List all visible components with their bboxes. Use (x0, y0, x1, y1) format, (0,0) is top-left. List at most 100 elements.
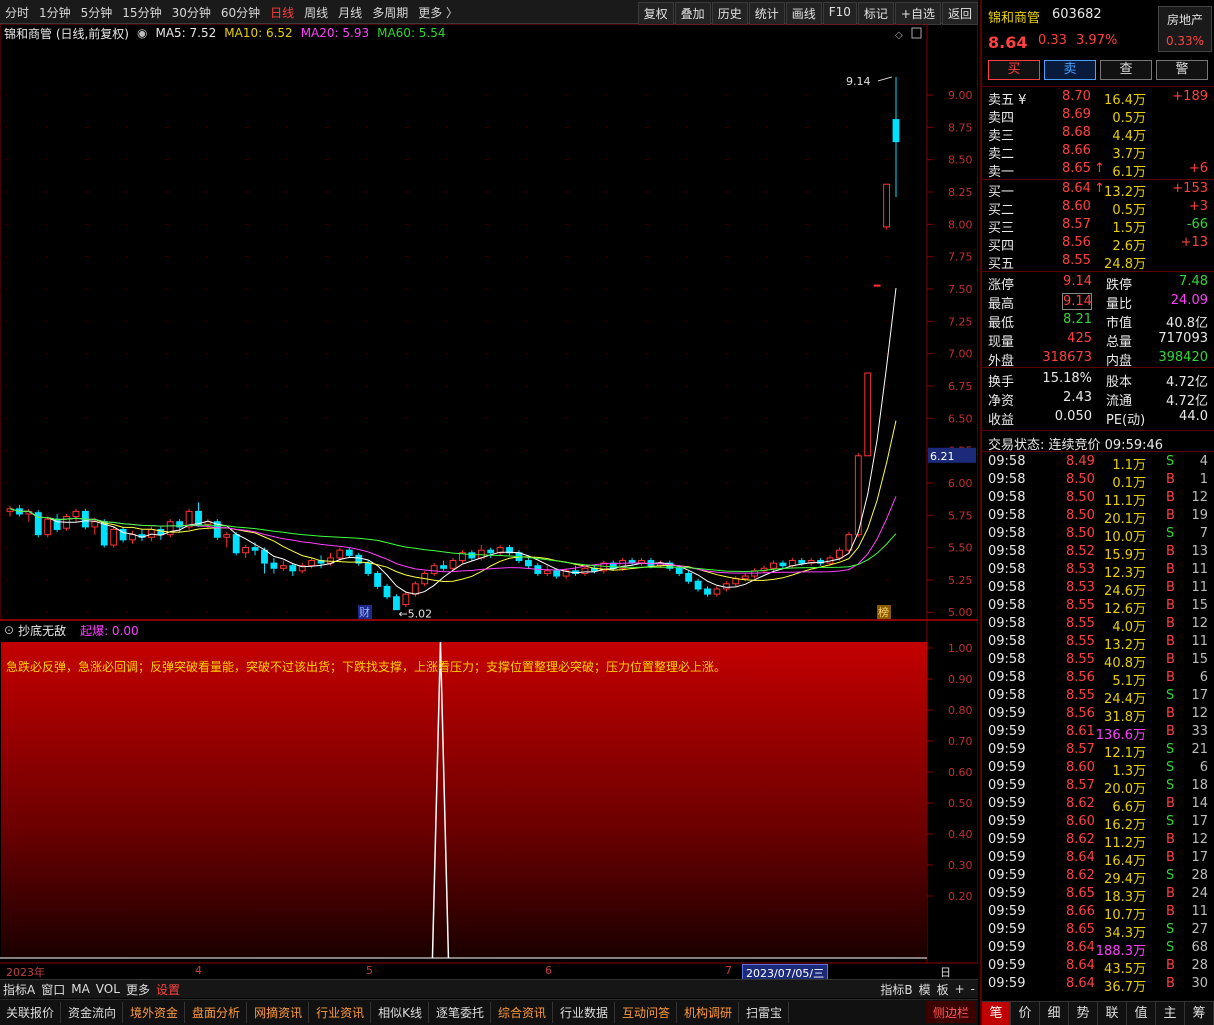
stat-value: 318673 (1042, 350, 1092, 365)
quote-tab-7[interactable]: 筹 (1185, 1002, 1214, 1025)
trade-button-3[interactable]: 警 (1156, 60, 1208, 80)
collapse-icon[interactable]: ⊙ (4, 623, 14, 637)
tick-price: 8.64 (1066, 976, 1095, 991)
candle-body (468, 552, 476, 559)
period-tab-1[interactable]: 1分钟 (34, 4, 76, 21)
ind-tick-label: 0.20 (948, 890, 973, 903)
tool-button-3[interactable]: 统计 (748, 2, 785, 25)
period-tab-8[interactable]: 月线 (333, 4, 367, 21)
period-tab-9[interactable]: 多周期 (367, 4, 413, 21)
info-tab-0[interactable]: 关联报价 (0, 1002, 62, 1023)
indicator-tool-1[interactable]: 窗口 (38, 981, 68, 998)
quote-tab-2[interactable]: 细 (1040, 1002, 1069, 1025)
info-tab-1[interactable]: 资金流向 (62, 1002, 124, 1023)
candle-body (694, 580, 702, 590)
ask-level: 卖二 8.66 3.7万 (982, 142, 1214, 162)
ind-tick-label: 0.90 (948, 673, 973, 686)
stat-value: 717093 (1158, 331, 1208, 346)
stat-key: 跌停 (1106, 278, 1133, 293)
indicator-tool-right-2[interactable]: 板 (934, 981, 952, 998)
quote-tab-1[interactable]: 价 (1011, 1002, 1040, 1025)
quote-tab-5[interactable]: 值 (1127, 1002, 1156, 1025)
info-tab-9[interactable]: 行业数据 (554, 1002, 616, 1023)
kline-chart[interactable]: 9.00 8.75 8.50 8.25 8.00 7.75 7.50 7.25 7.00 6.75… (0, 24, 978, 964)
period-tab-10[interactable]: 更多 〉 (413, 4, 463, 21)
period-tab-3[interactable]: 15分钟 (117, 4, 166, 21)
info-tab-2[interactable]: 境外资金 (124, 1002, 186, 1023)
trade-button-1[interactable]: 卖 (1044, 60, 1096, 80)
window-icon[interactable] (911, 27, 922, 39)
candle-body (110, 528, 118, 546)
finance-marker[interactable]: 财 (359, 605, 370, 619)
tool-button-6[interactable]: 标记 (857, 2, 894, 25)
trade-button-2[interactable]: 查 (1100, 60, 1152, 80)
stat-value: 9.14 (1062, 293, 1092, 310)
tool-button-8[interactable]: 返回 (941, 2, 978, 25)
quote-tab-3[interactable]: 势 (1069, 1002, 1098, 1025)
sidebar-button[interactable]: 侧边栏 (926, 1001, 976, 1023)
tool-button-4[interactable]: 画线 (785, 2, 822, 25)
tick-row: 09:59 8.61 136.6万 B 33 (982, 723, 1214, 743)
bid-volume: 24.8万 (1104, 257, 1146, 272)
tool-button-0[interactable]: 复权 (637, 2, 674, 25)
quote-tab-4[interactable]: 联 (1098, 1002, 1127, 1025)
info-tab-5[interactable]: 行业资讯 (310, 1002, 372, 1023)
indicator-tool-0[interactable]: 指标A (0, 981, 38, 998)
tick-row: 09:58 8.49 1.1万 S 4 (982, 453, 1214, 473)
indicator-tool-right-0[interactable]: 指标B (877, 981, 915, 998)
candle-body (581, 567, 589, 574)
info-tab-3[interactable]: 盘面分析 (186, 1002, 248, 1023)
tool-button-5[interactable]: F10 (822, 2, 857, 25)
period-tab-7[interactable]: 周线 (299, 4, 333, 21)
candle-body (770, 562, 777, 569)
info-tab-8[interactable]: 综合资讯 (492, 1002, 553, 1023)
quote-tab-6[interactable]: 主 (1156, 1002, 1185, 1025)
indicator-tool-5[interactable]: 设置 (153, 981, 183, 998)
high-pointer (877, 76, 893, 82)
info-tab-7[interactable]: 逐笔委托 (430, 1002, 491, 1023)
info-tab-10[interactable]: 互动问答 (616, 1002, 678, 1023)
tick-count: 19 (1191, 508, 1208, 523)
tick-row: 09:59 8.57 20.0万 S 18 (982, 777, 1214, 797)
stat-value: 8.21 (1063, 312, 1092, 327)
tick-row: 09:58 8.55 40.8万 B 15 (982, 651, 1214, 671)
period-tab-5[interactable]: 60分钟 (216, 4, 265, 21)
tick-row: 09:58 8.53 12.3万 B 11 (982, 561, 1214, 581)
info-tabs: 关联报价 资金流向 境外资金 盘面分析 网摘资讯 行业资讯 相似K线 逐笔委托 综合资讯 行业数据… (0, 999, 978, 1025)
tick-time: 09:58 (988, 454, 1026, 469)
tick-price: 8.64 (1066, 940, 1095, 955)
info-tab-6[interactable]: 相似K线 (372, 1002, 429, 1023)
candle-body (345, 549, 353, 556)
diamond-icon[interactable]: ◇ (895, 30, 903, 41)
indicator-tool-3[interactable]: VOL (93, 982, 123, 996)
candle-body (430, 565, 438, 574)
info-tab-4[interactable]: 网摘资讯 (248, 1002, 310, 1023)
tick-side: S (1166, 922, 1175, 937)
list-marker[interactable]: 榜 (878, 605, 889, 619)
tick-time: 09:58 (988, 652, 1026, 667)
tool-button-7[interactable]: +自选 (894, 2, 941, 25)
info-tab-11[interactable]: 机构调研 (678, 1002, 740, 1023)
period-tab-4[interactable]: 30分钟 (167, 4, 216, 21)
tool-button-1[interactable]: 叠加 (674, 2, 711, 25)
tick-row: 09:59 8.65 18.3万 B 24 (982, 885, 1214, 905)
period-tab-2[interactable]: 5分钟 (76, 4, 118, 21)
indicator-tool-right-3[interactable]: + (952, 982, 968, 996)
tick-side: B (1166, 976, 1175, 991)
indicator-tool-right-1[interactable]: 模 (916, 981, 934, 998)
tick-count: 18 (1191, 778, 1208, 793)
tool-button-2[interactable]: 历史 (711, 2, 748, 25)
fund-key: 股本 (1106, 375, 1133, 390)
price-tick-label: 7.00 (948, 348, 973, 361)
quote-tab-0[interactable]: 笔 (982, 1002, 1011, 1025)
period-tab-6[interactable]: 日线 (265, 4, 299, 21)
indicator-tool-right-4[interactable]: - (968, 982, 978, 996)
tick-side: B (1166, 706, 1175, 721)
indicator-tool-2[interactable]: MA (68, 982, 93, 996)
indicator-tool-4[interactable]: 更多 (123, 981, 153, 998)
trade-button-0[interactable]: 买 (988, 60, 1040, 80)
ask-price: 8.65 (1062, 161, 1091, 176)
tick-row: 09:59 8.65 34.3万 S 27 (982, 921, 1214, 941)
info-tab-12[interactable]: 扫雷宝 (740, 1002, 790, 1023)
period-tab-0[interactable]: 分时 (0, 4, 34, 21)
